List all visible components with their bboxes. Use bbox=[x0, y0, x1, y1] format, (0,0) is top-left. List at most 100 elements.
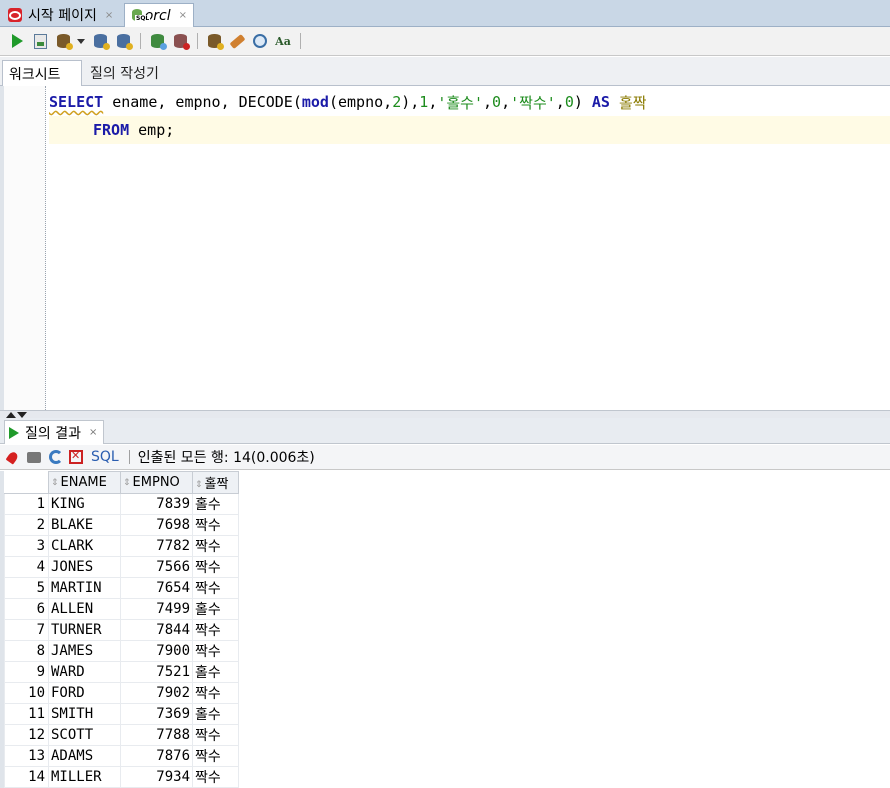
unshared-sql-icon bbox=[207, 34, 224, 50]
code-line-1[interactable]: SELECT ename, empno, DECODE(mod (empno, 2)… bbox=[49, 88, 890, 116]
tab-orcl[interactable]: SQL orcl × bbox=[124, 3, 194, 27]
table-row[interactable]: 8 JAMES 7900 짝수 bbox=[4, 640, 239, 662]
cell-parity[interactable]: 짝수 bbox=[192, 724, 239, 746]
table-row[interactable]: 9 WARD 7521 홀수 bbox=[4, 661, 239, 683]
clear-button[interactable] bbox=[226, 30, 248, 52]
autotrace-button[interactable] bbox=[52, 30, 74, 52]
row-number: 4 bbox=[4, 556, 49, 578]
column-header-parity[interactable]: ⇕ 홀짝 bbox=[192, 471, 239, 494]
cell-parity[interactable]: 짝수 bbox=[192, 745, 239, 767]
cell-ename[interactable]: SCOTT bbox=[48, 724, 121, 746]
cell-empno[interactable]: 7369 bbox=[120, 703, 193, 725]
table-row[interactable]: 4 JONES 7566 짝수 bbox=[4, 556, 239, 578]
tab-start-page[interactable]: 시작 페이지 × bbox=[2, 3, 120, 27]
cell-empno[interactable]: 7566 bbox=[120, 556, 193, 578]
sql-editor[interactable]: SELECT ename, empno, DECODE(mod (empno, 2)… bbox=[0, 86, 890, 410]
column-header-empno[interactable]: ⇕ EMPNO bbox=[120, 471, 193, 494]
table-row[interactable]: 1 KING 7839 홀수 bbox=[4, 493, 239, 515]
table-row[interactable]: 3 CLARK 7782 짝수 bbox=[4, 535, 239, 557]
commit-button[interactable] bbox=[146, 30, 168, 52]
tab-worksheet[interactable]: 워크시트 bbox=[2, 60, 82, 86]
results-grid[interactable]: ⇕ ENAME ⇕ EMPNO ⇕ 홀짝 1 KING 7839 홀수 2 BLAKE 7698… bbox=[0, 471, 890, 788]
run-statement-button[interactable] bbox=[6, 30, 28, 52]
cell-ename[interactable]: BLAKE bbox=[48, 514, 121, 536]
tab-query-result-label: 질의 결과 bbox=[25, 425, 81, 442]
cell-empno[interactable]: 7698 bbox=[120, 514, 193, 536]
cell-ename[interactable]: TURNER bbox=[48, 619, 121, 641]
cell-parity[interactable]: 홀수 bbox=[192, 703, 239, 725]
cell-ename[interactable]: JAMES bbox=[48, 640, 121, 662]
autotrace-dropdown-icon[interactable] bbox=[77, 38, 85, 44]
table-row[interactable]: 5 MARTIN 7654 짝수 bbox=[4, 577, 239, 599]
cell-parity[interactable]: 홀수 bbox=[192, 661, 239, 683]
cell-ename[interactable]: CLARK bbox=[48, 535, 121, 557]
code-line-2[interactable]: FROM emp; bbox=[49, 116, 890, 144]
refresh-icon[interactable] bbox=[49, 450, 63, 464]
cell-ename[interactable]: JONES bbox=[48, 556, 121, 578]
cell-parity[interactable]: 짝수 bbox=[192, 640, 239, 662]
cell-ename[interactable]: FORD bbox=[48, 682, 121, 704]
cell-ename[interactable]: SMITH bbox=[48, 703, 121, 725]
tab-orcl-close-icon[interactable]: × bbox=[179, 10, 187, 21]
row-number: 11 bbox=[4, 703, 49, 725]
cell-ename[interactable]: MILLER bbox=[48, 766, 121, 788]
cell-empno[interactable]: 7900 bbox=[120, 640, 193, 662]
number-literal: 2 bbox=[392, 93, 402, 111]
panel-splitter[interactable] bbox=[0, 410, 890, 418]
cell-empno[interactable]: 7654 bbox=[120, 577, 193, 599]
history-button[interactable] bbox=[249, 30, 271, 52]
cell-ename[interactable]: WARD bbox=[48, 661, 121, 683]
cell-empno[interactable]: 7902 bbox=[120, 682, 193, 704]
unshared-sql-button[interactable] bbox=[203, 30, 225, 52]
table-row[interactable]: 2 BLAKE 7698 짝수 bbox=[4, 514, 239, 536]
paren: ), bbox=[401, 93, 420, 111]
table-row[interactable]: 14 MILLER 7934 짝수 bbox=[4, 766, 239, 788]
cell-empno[interactable]: 7934 bbox=[120, 766, 193, 788]
tab-query-builder[interactable]: 질의 작성기 bbox=[84, 60, 165, 86]
cell-empno[interactable]: 7839 bbox=[120, 493, 193, 515]
pin-icon[interactable] bbox=[5, 449, 20, 465]
sql-link[interactable]: SQL bbox=[91, 449, 119, 465]
row-number: 9 bbox=[4, 661, 49, 683]
column-header-ename[interactable]: ⇕ ENAME bbox=[48, 471, 121, 494]
cell-ename[interactable]: ALLEN bbox=[48, 598, 121, 620]
table-row[interactable]: 11 SMITH 7369 홀수 bbox=[4, 703, 239, 725]
table-row[interactable]: 10 FORD 7902 짝수 bbox=[4, 682, 239, 704]
cell-parity[interactable]: 짝수 bbox=[192, 766, 239, 788]
comma: , bbox=[428, 93, 438, 111]
cell-parity[interactable]: 짝수 bbox=[192, 535, 239, 557]
tab-query-result[interactable]: 질의 결과 × bbox=[4, 420, 104, 444]
format-button[interactable]: Aa bbox=[272, 30, 294, 52]
row-number: 12 bbox=[4, 724, 49, 746]
cell-ename[interactable]: KING bbox=[48, 493, 121, 515]
cancel-fetch-icon[interactable] bbox=[69, 449, 83, 464]
table-row[interactable]: 12 SCOTT 7788 짝수 bbox=[4, 724, 239, 746]
table-row[interactable]: 7 TURNER 7844 짝수 bbox=[4, 619, 239, 641]
sql-tuning-button[interactable] bbox=[112, 30, 134, 52]
table-row[interactable]: 13 ADAMS 7876 짝수 bbox=[4, 745, 239, 767]
cell-empno[interactable]: 7844 bbox=[120, 619, 193, 641]
run-script-button[interactable] bbox=[29, 30, 51, 52]
cell-parity[interactable]: 짝수 bbox=[192, 577, 239, 599]
tab-start-page-close-icon[interactable]: × bbox=[105, 10, 113, 21]
cell-empno[interactable]: 7782 bbox=[120, 535, 193, 557]
rollback-button[interactable] bbox=[169, 30, 191, 52]
cell-empno[interactable]: 7876 bbox=[120, 745, 193, 767]
cell-parity[interactable]: 짝수 bbox=[192, 682, 239, 704]
sort-icon: ⇕ bbox=[195, 479, 203, 490]
cell-parity[interactable]: 홀수 bbox=[192, 493, 239, 515]
cell-empno[interactable]: 7499 bbox=[120, 598, 193, 620]
cell-ename[interactable]: MARTIN bbox=[48, 577, 121, 599]
cell-parity[interactable]: 홀수 bbox=[192, 598, 239, 620]
cell-parity[interactable]: 짝수 bbox=[192, 619, 239, 641]
print-icon[interactable] bbox=[27, 451, 41, 463]
cell-parity[interactable]: 짝수 bbox=[192, 514, 239, 536]
explain-plan-button[interactable] bbox=[89, 30, 111, 52]
cell-parity[interactable]: 짝수 bbox=[192, 556, 239, 578]
cell-empno[interactable]: 7521 bbox=[120, 661, 193, 683]
rollback-icon bbox=[173, 34, 190, 50]
table-row[interactable]: 6 ALLEN 7499 홀수 bbox=[4, 598, 239, 620]
cell-ename[interactable]: ADAMS bbox=[48, 745, 121, 767]
tab-query-result-close-icon[interactable]: × bbox=[89, 427, 97, 438]
cell-empno[interactable]: 7788 bbox=[120, 724, 193, 746]
